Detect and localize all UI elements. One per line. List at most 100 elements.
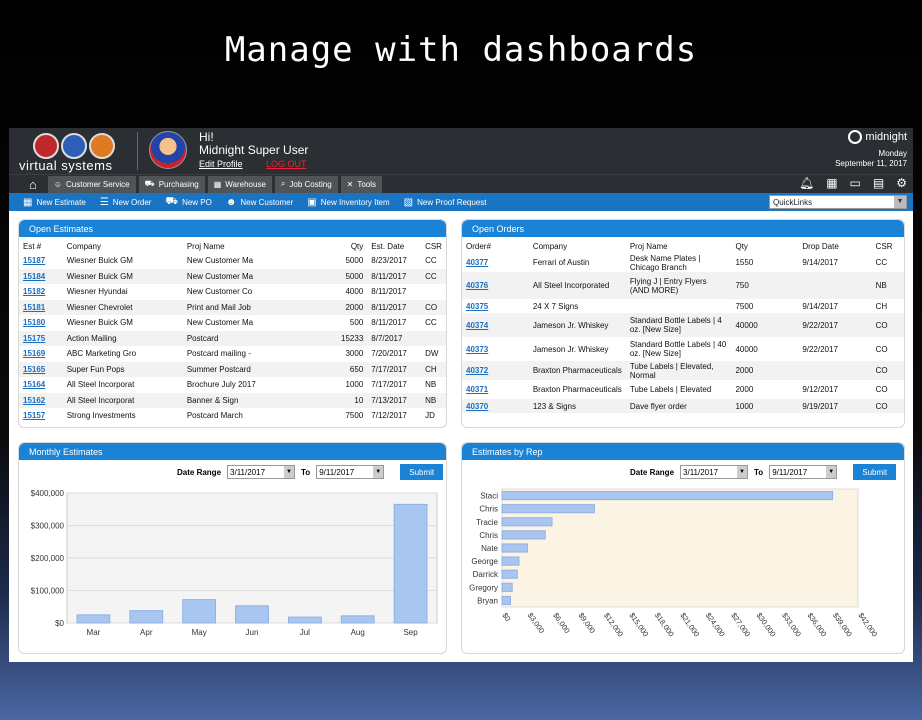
record-link[interactable]: 15175 — [19, 330, 63, 346]
monthly-submit-button[interactable]: Submit — [400, 464, 444, 480]
table-row[interactable]: 40370 123 & Signs Dave flyer order 1000 9/19… — [462, 399, 904, 413]
bar — [501, 530, 546, 540]
new-estimate-button[interactable]: ▦ New Estimate — [23, 197, 86, 208]
record-link[interactable]: 40370 — [462, 399, 529, 413]
monthly-estimates-chart: $0 $100,000 $200,000 $300,000 $400,000 Mar Apr… — [31, 489, 438, 637]
table-row[interactable]: 40374 Jameson Jr. Whiskey Standard Bottle … — [462, 313, 904, 337]
new-order-button[interactable]: ☰ New Order — [100, 197, 152, 208]
column-header[interactable]: Company — [63, 239, 183, 253]
table-row[interactable]: 15184 Wiesner Buick GM New Customer Ma 5000… — [19, 268, 446, 284]
column-header[interactable]: Est. Date — [367, 239, 421, 253]
monthly-to-date-input[interactable]: 9/11/2017 ▼ — [316, 465, 385, 479]
table-row[interactable]: 40375 24 X 7 Signs 7500 9/14/2017 CH — [462, 299, 904, 313]
logout-link[interactable]: LOG OUT — [266, 159, 307, 169]
record-link[interactable]: 40371 — [462, 380, 529, 399]
new-inventory-item-button[interactable]: ▣ New Inventory Item — [307, 197, 389, 208]
headset-icon: ☺ — [53, 179, 63, 189]
table-row[interactable]: 15180 Wiesner Buick GM New Customer Ma 500 8… — [19, 315, 446, 331]
table-cell: 9/22/2017 — [802, 344, 838, 354]
table-row[interactable]: 15162 All Steel Incorporat Banner & Sign 10… — [19, 392, 446, 408]
nav-tools[interactable]: ✕ Tools — [340, 175, 383, 193]
table-row[interactable]: 15157 Strong Investments Postcard March 750… — [19, 408, 446, 424]
to-date-value: 9/11/2017 — [319, 467, 355, 477]
new-proof-request-button[interactable]: ▧ New Proof Request — [404, 197, 487, 208]
monitor-icon[interactable]: ▭ — [850, 176, 861, 190]
record-link[interactable]: 15182 — [19, 284, 63, 300]
table-row[interactable]: 40371 Braxton Pharmaceuticals Tube Labels … — [462, 380, 904, 399]
table-row[interactable]: 40373 Jameson Jr. Whiskey Standard Bottle … — [462, 337, 904, 361]
record-link[interactable]: 15169 — [19, 346, 63, 362]
table-cell: Braxton Pharmaceuticals — [532, 385, 622, 394]
record-link[interactable]: 15165 — [19, 361, 63, 377]
record-link[interactable]: 15181 — [19, 299, 63, 315]
column-header[interactable]: Proj Name — [183, 239, 322, 253]
table-cell: 750 — [731, 272, 799, 299]
record-link[interactable]: 40377 — [462, 253, 529, 272]
header-divider — [137, 132, 138, 170]
column-header[interactable]: Company — [529, 239, 626, 253]
record-link[interactable]: 40372 — [462, 361, 529, 380]
table-row[interactable]: 40376 All Steel Incorporated Flying J | En… — [462, 272, 904, 299]
bar — [501, 543, 528, 553]
column-header[interactable]: Drop Date — [798, 239, 871, 253]
nav-job-costing[interactable]: ⌕ Job Costing — [274, 175, 338, 193]
table-row[interactable]: 40377 Ferrari of Austin Desk Name Plates |… — [462, 253, 904, 272]
edit-profile-link[interactable]: Edit Profile — [199, 159, 243, 169]
record-link[interactable]: 40376 — [462, 272, 529, 299]
nav-customer-service[interactable]: ☺ Customer Service — [47, 175, 136, 193]
column-header[interactable]: Qty — [731, 239, 798, 253]
rep-to-date-input[interactable]: 9/11/2017 ▼ — [769, 465, 838, 479]
table-cell: 2000 — [321, 299, 368, 315]
new-po-button[interactable]: ⛟ New PO — [165, 196, 211, 209]
table-cell: 650 — [321, 361, 368, 377]
record-link[interactable]: 40375 — [462, 299, 529, 313]
open-orders-table: Order# Company Proj Name Qty Drop Date CSR 40… — [462, 239, 904, 413]
record-link[interactable]: 40373 — [462, 337, 529, 361]
current-date-text: September 11, 2017 — [835, 159, 907, 168]
record-link[interactable]: 15180 — [19, 315, 63, 331]
quicklinks-value: QuickLinks — [773, 197, 813, 207]
column-header[interactable]: Proj Name — [626, 239, 732, 253]
table-cell: CC — [421, 268, 446, 284]
table-row[interactable]: 15182 Wiesner Hyundai New Customer Co 4000 8… — [19, 284, 446, 300]
record-link[interactable]: 15157 — [19, 408, 63, 424]
column-header[interactable]: Qty — [322, 239, 368, 253]
record-link[interactable]: 15184 — [19, 268, 63, 284]
table-row[interactable]: 15165 Super Fun Pops Summer Postcard 650 7/1… — [19, 361, 446, 377]
table-row[interactable]: 40372 Braxton Pharmaceuticals Tube Labels … — [462, 361, 904, 380]
action-label: New Inventory Item — [320, 197, 390, 207]
home-icon[interactable]: ⌂ — [29, 176, 45, 193]
rep-submit-button[interactable]: Submit — [853, 464, 897, 480]
nav-warehouse[interactable]: ▦ Warehouse — [207, 175, 272, 193]
main-nav: ⌂ ☺ Customer Service ⛟ Purchasing ▦ Warehou… — [9, 174, 913, 193]
record-link[interactable]: 15162 — [19, 392, 63, 408]
calendar-icon[interactable]: ▦ — [826, 176, 837, 190]
record-link[interactable]: 15187 — [19, 253, 63, 269]
gear-icon[interactable]: ⚙ — [896, 176, 907, 190]
table-row[interactable]: 15169 ABC Marketing Gro Postcard mailing -… — [19, 346, 446, 362]
nav-purchasing[interactable]: ⛟ Purchasing — [138, 175, 205, 193]
table-row[interactable]: 15175 Action Mailing Postcard 15233 8/7/2017 — [19, 330, 446, 346]
record-link[interactable]: 15164 — [19, 377, 63, 393]
table-row[interactable]: 15164 All Steel Incorporat Brochure July 2… — [19, 377, 446, 393]
document-icon[interactable]: ▤ — [873, 176, 884, 190]
table-cell: 7/20/2017 — [371, 349, 407, 359]
quicklinks-select[interactable]: QuickLinks ▼ — [769, 195, 907, 209]
monthly-from-date-input[interactable]: 3/11/2017 ▼ — [227, 465, 296, 479]
column-header[interactable]: Est # — [19, 239, 63, 253]
estimates-by-rep-panel: Estimates by Rep Date Range 3/11/2017 ▼ T… — [461, 442, 905, 654]
new-customer-button[interactable]: ☻ New Customer — [226, 197, 293, 208]
table-row[interactable]: 15187 Wiesner Buick GM New Customer Ma 5000… — [19, 253, 446, 269]
rep-from-date-input[interactable]: 3/11/2017 ▼ — [680, 465, 749, 479]
bell-icon[interactable]: 🔔︎ — [799, 176, 814, 190]
record-link[interactable]: 40374 — [462, 313, 529, 337]
column-header[interactable]: Order# — [462, 239, 529, 253]
table-cell: Action Mailing — [62, 330, 183, 346]
table-cell: Brochure July 2017 — [186, 380, 256, 390]
action-label: New Proof Request — [417, 197, 487, 207]
column-header[interactable]: CSR — [872, 239, 904, 253]
table-row[interactable]: 15181 Wiesner Chevrolet Print and Mail Job… — [19, 299, 446, 315]
avatar[interactable] — [149, 131, 187, 169]
column-header[interactable]: CSR — [421, 239, 446, 253]
table-cell: Banner & Sign — [182, 392, 322, 408]
